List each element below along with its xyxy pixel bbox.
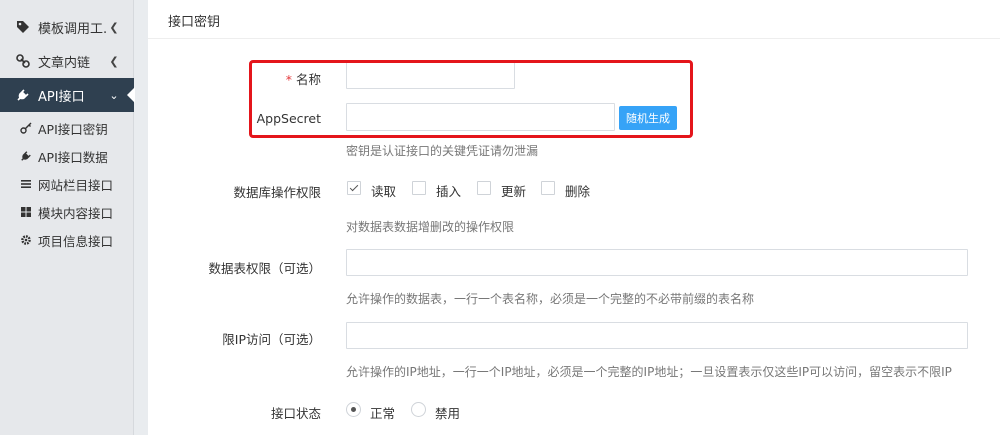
sidebar-item-label: API接口 <box>38 89 85 105</box>
main-content: 接口密钥 * 名称 AppSecret 随机生成 密钥是认证接口的关键凭证请勿泄漏… <box>148 0 1000 435</box>
link-icon <box>16 54 30 68</box>
tables-input[interactable] <box>346 249 968 276</box>
sidebar-subitem-label: 模块内容接口 <box>38 205 114 221</box>
grid-icon <box>20 206 32 218</box>
plug-icon <box>16 88 30 102</box>
sidebar-subitem-label: API接口密钥 <box>38 121 108 137</box>
page-title: 接口密钥 <box>168 15 221 30</box>
sidebar-item-label: 模板调用工... <box>38 21 108 37</box>
plug-icon <box>20 150 32 162</box>
list-icon <box>20 178 32 190</box>
divider <box>148 38 1000 39</box>
permissions-label: 数据库操作权限 <box>233 185 321 200</box>
sidebar-item-label: 文章内链 <box>38 55 91 71</box>
ip-input[interactable] <box>346 322 968 349</box>
sidebar-subitem-project-info[interactable]: 项目信息接口 <box>0 226 134 254</box>
status-label: 接口状态 <box>270 406 321 421</box>
checkbox-insert-label: 插入 <box>436 184 462 199</box>
sidebar-subitem-site-category[interactable]: 网站栏目接口 <box>0 170 134 198</box>
highlight-box <box>249 60 693 138</box>
radio-disabled[interactable] <box>411 402 426 417</box>
checkbox-read-label: 读取 <box>371 184 397 199</box>
checkbox-update[interactable] <box>477 181 491 195</box>
active-indicator <box>127 87 135 103</box>
chevron-left-icon: ❮ <box>109 20 119 34</box>
radio-normal[interactable] <box>346 402 361 417</box>
tag-icon <box>16 20 30 34</box>
key-icon <box>20 122 32 134</box>
ip-label: 限IP访问（可选） <box>222 332 321 347</box>
checkbox-delete-label: 删除 <box>565 184 591 199</box>
chevron-down-icon: ⌄ <box>109 88 119 102</box>
ip-help: 允许操作的IP地址，一行一个IP地址，必须是一个完整的IP地址；一旦设置表示仅这… <box>346 365 952 379</box>
sidebar-subitem-label: 网站栏目接口 <box>38 177 114 193</box>
sidebar-subitem-module-content[interactable]: 模块内容接口 <box>0 198 134 226</box>
checkbox-update-label: 更新 <box>501 184 527 199</box>
sidebar: 模板调用工... ❮ 文章内链 ❮ API接口 ⌄ API接口密钥 API接口数… <box>0 0 135 435</box>
sidebar-item-article-links[interactable]: 文章内链 ❮ <box>0 44 134 78</box>
sidebar-subitem-api-data[interactable]: API接口数据 <box>0 142 134 170</box>
tables-label: 数据表权限（可选） <box>208 261 321 276</box>
gear-icon <box>20 234 32 246</box>
checkbox-insert[interactable] <box>412 181 426 195</box>
sidebar-subitem-label: API接口数据 <box>38 149 108 165</box>
sidebar-item-template-tools[interactable]: 模板调用工... ❮ <box>0 10 134 44</box>
checkbox-read[interactable] <box>347 181 361 195</box>
radio-disabled-label: 禁用 <box>435 406 461 421</box>
checkbox-delete[interactable] <box>541 181 555 195</box>
sidebar-subitem-label: 项目信息接口 <box>38 233 114 249</box>
radio-normal-label: 正常 <box>370 406 396 421</box>
tables-help: 允许操作的数据表，一行一个表名称，必须是一个完整的不必带前缀的表名称 <box>346 292 755 306</box>
permissions-help: 对数据表数据增删改的操作权限 <box>346 220 515 234</box>
sidebar-subitem-api-key[interactable]: API接口密钥 <box>0 114 134 142</box>
sidebar-item-api[interactable]: API接口 ⌄ <box>0 78 135 112</box>
chevron-left-icon: ❮ <box>109 54 119 68</box>
appsecret-help: 密钥是认证接口的关键凭证请勿泄漏 <box>346 144 539 158</box>
